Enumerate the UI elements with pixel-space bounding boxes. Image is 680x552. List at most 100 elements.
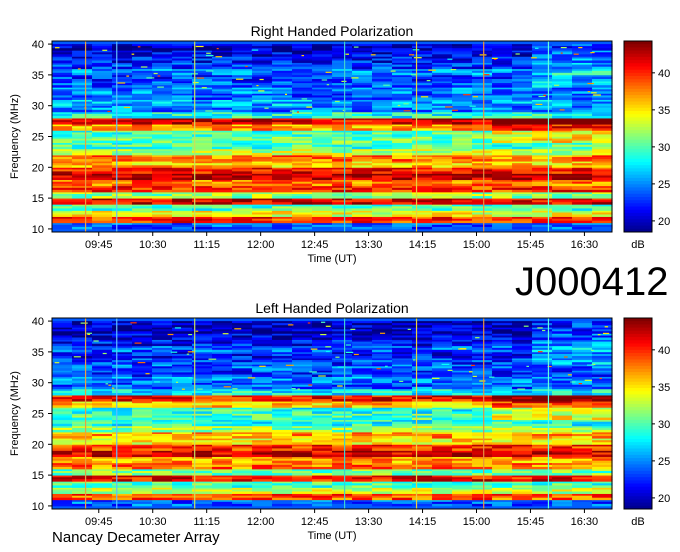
- heatmap-cell: [52, 374, 73, 377]
- heatmap-cell: [452, 226, 473, 230]
- heatmap-cell: [572, 183, 593, 187]
- heatmap-cell: [112, 471, 133, 474]
- heatmap-cell: [92, 464, 113, 468]
- heatmap-cell: [272, 362, 293, 365]
- colorbar-cell: [624, 171, 652, 176]
- heatmap-cell: [72, 466, 93, 470]
- heatmap-cell: [252, 353, 273, 357]
- heatmap-cell: [432, 393, 453, 396]
- heatmap-cell: [392, 405, 413, 408]
- heatmap-cell: [492, 95, 513, 98]
- heatmap-cell: [332, 157, 353, 160]
- heatmap-cell: [532, 196, 553, 199]
- heatmap-cell: [272, 226, 293, 230]
- heatmap-cell: [72, 165, 93, 168]
- heatmap-cell: [292, 134, 313, 137]
- heatmap-cell: [292, 226, 313, 230]
- heatmap-cell: [532, 140, 553, 144]
- heatmap-cell: [512, 83, 533, 86]
- heatmap-cell: [572, 171, 593, 174]
- heatmap-cell: [512, 374, 533, 377]
- heatmap-cell: [92, 83, 113, 86]
- heatmap-cell: [92, 103, 113, 107]
- heatmap-cell: [492, 341, 513, 345]
- heatmap-cell: [132, 163, 153, 166]
- heatmap-cell: [212, 113, 233, 117]
- heatmap-cell: [112, 159, 133, 162]
- heatmap-cell: [572, 64, 593, 68]
- heatmap-cell: [572, 165, 593, 168]
- heatmap-cell: [372, 353, 393, 357]
- heatmap-cell: [232, 83, 253, 86]
- heatmap-cell: [172, 109, 193, 113]
- heatmap-cell: [432, 399, 453, 402]
- heatmap-cell: [332, 442, 353, 445]
- heatmap-cell: [152, 103, 173, 107]
- heatmap-cell: [112, 497, 133, 501]
- heatmap-cell: [252, 360, 273, 363]
- heatmap-cell: [152, 493, 173, 497]
- heatmap-cell: [552, 454, 573, 458]
- heatmap-cell: [552, 163, 573, 166]
- heatmap-cell: [332, 159, 353, 162]
- heatmap-cell: [432, 85, 453, 88]
- heatmap-cell: [212, 206, 233, 209]
- heatmap-cell: [292, 341, 313, 345]
- heatmap-cell: [452, 216, 473, 220]
- heatmap-cell: [172, 66, 193, 70]
- heatmap-cell: [52, 368, 73, 371]
- heatmap-cell: [292, 429, 313, 433]
- heatmap-cell: [252, 113, 273, 117]
- heatmap-cell: [392, 448, 413, 451]
- heatmap-speckle: [560, 47, 567, 49]
- colorbar-cell: [624, 142, 652, 147]
- heatmap-cell: [432, 436, 453, 439]
- heatmap-cell: [552, 343, 573, 347]
- heatmap-cell: [432, 421, 453, 425]
- heatmap-cell: [552, 206, 573, 209]
- heatmap-cell: [252, 341, 273, 345]
- heatmap-cell: [492, 189, 513, 193]
- heatmap-cell: [132, 390, 153, 394]
- heatmap-cell: [72, 403, 93, 406]
- heatmap-cell: [532, 493, 553, 497]
- heatmap-cell: [152, 362, 173, 365]
- heatmap-cell: [232, 390, 253, 394]
- heatmap-speckle: [157, 86, 164, 88]
- heatmap-cell: [292, 399, 313, 402]
- heatmap-cell: [272, 460, 293, 464]
- heatmap-cell: [52, 454, 73, 458]
- heatmap-cell: [492, 202, 513, 205]
- heatmap-cell: [212, 485, 233, 488]
- heatmap-cell: [152, 187, 173, 191]
- heatmap-cell: [72, 140, 93, 144]
- heatmap-cell: [452, 440, 473, 443]
- heatmap-cell: [232, 189, 253, 193]
- heatmap-cell: [352, 194, 373, 197]
- heatmap-cell: [172, 464, 193, 468]
- heatmap-cell: [92, 362, 113, 365]
- heatmap-cell: [252, 214, 273, 217]
- heatmap-cell: [532, 171, 553, 174]
- heatmap-cell: [212, 163, 233, 166]
- heatmap-cell: [312, 413, 333, 416]
- heatmap-speckle: [131, 53, 135, 55]
- heatmap-cell: [72, 109, 93, 113]
- x-tick-label: 10:30: [139, 239, 167, 251]
- heatmap-cell: [532, 374, 553, 377]
- heatmap-cell: [92, 175, 113, 178]
- heatmap-cell: [172, 440, 193, 443]
- heatmap-cell: [552, 417, 573, 421]
- heatmap-cell: [52, 140, 73, 144]
- heatmap-cell: [572, 452, 593, 455]
- heatmap-cell: [512, 360, 533, 363]
- heatmap-cell: [252, 46, 273, 49]
- heatmap-cell: [472, 91, 493, 94]
- heatmap-cell: [432, 189, 453, 193]
- heatmap-cell: [272, 386, 293, 390]
- heatmap-cell: [172, 343, 193, 347]
- heatmap-cell: [452, 436, 473, 439]
- heatmap-cell: [592, 353, 613, 357]
- heatmap-cell: [492, 146, 513, 150]
- heatmap-cell: [72, 436, 93, 439]
